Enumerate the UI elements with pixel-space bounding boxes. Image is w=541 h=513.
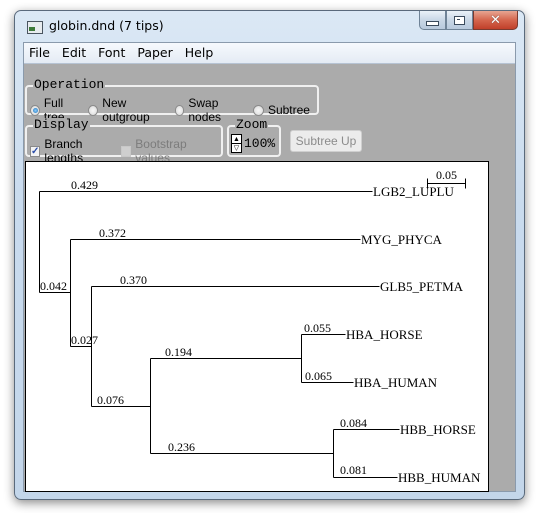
radio-new-outgroup-indicator[interactable] [88,104,99,116]
window-title: globin.dnd (7 tips) [49,18,164,33]
branch-length-label: 0.236 [168,440,195,454]
minimize-button[interactable] [419,11,446,30]
tip-label-lgb2-luplu[interactable]: LGB2_LUPLU [373,184,455,199]
operation-group: Operation Full tree New outgroup Swap no… [25,78,319,124]
tip-label-hbb-human[interactable]: HBB_HUMAN [398,470,481,485]
tip-label-glb5-petma[interactable]: GLB5_PETMA [380,279,464,294]
branch-length-label: 0.081 [340,463,367,477]
branch-length-label: 0.084 [340,416,367,430]
checkbox-branch-lengths-box[interactable]: ✓ [30,145,41,157]
branch-length-label: 0.429 [71,178,98,192]
operation-legend: Operation [33,77,106,92]
branch-length-label: 0.370 [120,273,147,287]
radio-subtree[interactable]: Subtree [252,103,310,117]
close-icon: ✕ [490,12,501,28]
branch-length-label: 0.076 [97,393,124,407]
branch-length-label: 0.065 [305,369,332,383]
radio-subtree-indicator[interactable] [252,104,264,116]
tree-canvas[interactable]: 0.429 LGB2_LUPLU 0.042 0.372 MYG_PHYCA 0.027 0… [25,161,489,492]
branch-length-label: 0.042 [40,279,67,293]
checkbox-bootstrap-values-box [121,145,132,157]
window-app-icon[interactable] [27,21,43,34]
maximize-icon [454,15,465,25]
tip-label-hba-human[interactable]: HBA_HUMAN [354,375,438,390]
tip-label-myg-phyca[interactable]: MYG_PHYCA [361,232,443,247]
menu-file[interactable]: File [24,43,56,63]
menu-bar: File Edit Font Paper Help [24,43,515,64]
tip-label-hbb-horse[interactable]: HBB_HORSE [400,422,476,437]
subtree-up-button[interactable]: Subtree Up [290,130,362,152]
zoom-legend: Zoom [235,117,269,132]
zoom-down-arrow-icon[interactable]: ▽ [232,144,241,152]
zoom-spinner[interactable]: ▲ ▽ [231,134,242,153]
maximize-button[interactable] [446,11,473,30]
branch-length-label: 0.372 [99,226,126,240]
menu-font[interactable]: Font [92,43,131,63]
app-window: globin.dnd (7 tips) ✕ File Edit Font Pap… [14,10,525,500]
tip-label-hba-horse[interactable]: HBA_HORSE [346,327,423,342]
minimize-icon [426,20,439,26]
client-area: File Edit Font Paper Help Operation Full… [23,42,516,492]
close-button[interactable]: ✕ [473,11,518,30]
tree-svg: 0.429 LGB2_LUPLU 0.042 0.372 MYG_PHYCA 0.027 0… [39,168,481,485]
window-controls: ✕ [419,11,518,30]
title-bar[interactable]: globin.dnd (7 tips) ✕ [15,11,524,41]
scale-bar-label: 0.05 [436,168,457,182]
radio-new-outgroup-label: New outgroup [102,96,150,124]
display-group: Display ✓ Branch lengths Bootstrap values [25,118,223,165]
radio-full-tree-indicator[interactable] [30,104,40,116]
display-legend: Display [33,117,90,132]
radio-subtree-label: Subtree [267,103,310,117]
branch-length-label: 0.055 [304,321,331,335]
zoom-group: Zoom ▲ ▽ 100% [227,118,281,157]
zoom-up-arrow-icon[interactable]: ▲ [232,135,241,145]
radio-new-outgroup[interactable]: New outgroup [88,96,167,124]
zoom-value: 100% [244,136,276,151]
branch-length-label: 0.027 [71,333,98,347]
menu-paper[interactable]: Paper [131,43,178,63]
radio-swap-nodes-indicator[interactable] [174,104,185,116]
menu-help[interactable]: Help [179,43,220,63]
menu-edit[interactable]: Edit [56,43,92,63]
branch-length-label: 0.194 [165,345,192,359]
